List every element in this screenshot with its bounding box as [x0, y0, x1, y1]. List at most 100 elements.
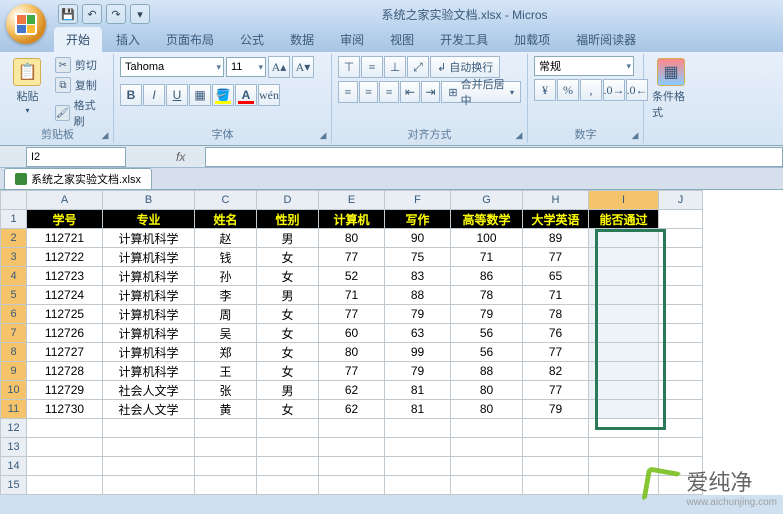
align-right-button[interactable]: ≡ — [379, 81, 399, 103]
copy-button[interactable]: ⧉复制 — [51, 76, 107, 94]
cell[interactable]: 学号 — [27, 210, 103, 229]
tab-9[interactable]: 福昕阅读器 — [564, 27, 648, 52]
cell[interactable] — [589, 400, 659, 419]
cell[interactable]: 112726 — [27, 324, 103, 343]
row-header[interactable]: 2 — [1, 229, 27, 248]
cell[interactable]: 计算机科学 — [103, 267, 195, 286]
cell[interactable]: 56 — [451, 343, 523, 362]
cell[interactable]: 78 — [451, 286, 523, 305]
cell[interactable]: 80 — [451, 381, 523, 400]
cell[interactable]: 计算机科学 — [103, 343, 195, 362]
cell[interactable]: 77 — [319, 248, 385, 267]
cell[interactable]: 女 — [257, 362, 319, 381]
percent-button[interactable]: % — [557, 79, 579, 101]
col-header[interactable]: G — [451, 191, 523, 210]
col-header[interactable]: D — [257, 191, 319, 210]
cell[interactable] — [523, 476, 589, 495]
font-color-button[interactable]: A — [235, 84, 257, 106]
cell[interactable] — [659, 210, 703, 229]
cell[interactable] — [659, 305, 703, 324]
cell[interactable]: 吴 — [195, 324, 257, 343]
cell[interactable]: 100 — [451, 229, 523, 248]
tab-0[interactable]: 开始 — [54, 27, 102, 52]
cell[interactable]: 112728 — [27, 362, 103, 381]
cell[interactable]: 83 — [385, 267, 451, 286]
cell[interactable] — [103, 419, 195, 438]
cell[interactable]: 56 — [451, 324, 523, 343]
cell[interactable]: 性别 — [257, 210, 319, 229]
cell[interactable]: 112729 — [27, 381, 103, 400]
cell[interactable]: 81 — [385, 400, 451, 419]
cell[interactable]: 能否通过 — [589, 210, 659, 229]
cell[interactable]: 80 — [451, 400, 523, 419]
cell[interactable] — [385, 457, 451, 476]
row-header[interactable]: 1 — [1, 210, 27, 229]
align-center-button[interactable]: ≡ — [359, 81, 379, 103]
col-header[interactable]: B — [103, 191, 195, 210]
cell[interactable] — [589, 248, 659, 267]
cell[interactable]: 82 — [523, 362, 589, 381]
grow-font-button[interactable]: A▴ — [268, 56, 290, 78]
cell[interactable] — [659, 229, 703, 248]
cell[interactable] — [319, 457, 385, 476]
shrink-font-button[interactable]: A▾ — [292, 56, 314, 78]
wrap-text-button[interactable]: ↲自动换行 — [430, 56, 500, 78]
font-size-combo[interactable]: 11 — [226, 57, 266, 77]
indent-dec-button[interactable]: ⇤ — [400, 81, 420, 103]
cell[interactable]: 男 — [257, 286, 319, 305]
cell[interactable]: 计算机科学 — [103, 324, 195, 343]
cell[interactable] — [195, 438, 257, 457]
cell[interactable]: 62 — [319, 400, 385, 419]
cell[interactable]: 112723 — [27, 267, 103, 286]
font-name-combo[interactable]: Tahoma — [120, 57, 224, 77]
cell[interactable] — [523, 438, 589, 457]
cell[interactable]: 112721 — [27, 229, 103, 248]
cell[interactable] — [257, 419, 319, 438]
cell[interactable] — [451, 438, 523, 457]
cell[interactable] — [659, 267, 703, 286]
tab-1[interactable]: 插入 — [104, 27, 152, 52]
cell[interactable]: 71 — [523, 286, 589, 305]
cell[interactable] — [319, 438, 385, 457]
cell[interactable] — [257, 476, 319, 495]
cell[interactable] — [195, 457, 257, 476]
cell[interactable]: 63 — [385, 324, 451, 343]
row-header[interactable]: 15 — [1, 476, 27, 495]
cell[interactable] — [659, 362, 703, 381]
cell[interactable]: 社会人文学 — [103, 400, 195, 419]
cell[interactable] — [103, 476, 195, 495]
number-launcher-icon[interactable]: ◢ — [629, 129, 641, 141]
phonetic-button[interactable]: wén — [258, 84, 280, 106]
cell[interactable]: 女 — [257, 305, 319, 324]
cell[interactable]: 88 — [385, 286, 451, 305]
tab-8[interactable]: 加载项 — [502, 27, 562, 52]
cell[interactable]: 79 — [451, 305, 523, 324]
cell[interactable] — [103, 457, 195, 476]
cell[interactable]: 77 — [319, 362, 385, 381]
align-top-button[interactable]: ⊤ — [338, 56, 360, 78]
cell[interactable] — [523, 457, 589, 476]
cell[interactable] — [27, 438, 103, 457]
cell[interactable] — [27, 476, 103, 495]
paste-button[interactable]: 📋 粘贴 ▾ — [8, 56, 47, 117]
cell[interactable] — [589, 324, 659, 343]
cell[interactable]: 86 — [451, 267, 523, 286]
accounting-button[interactable]: ¥ — [534, 79, 556, 101]
row-header[interactable]: 3 — [1, 248, 27, 267]
cell[interactable]: 写作 — [385, 210, 451, 229]
cell[interactable]: 钱 — [195, 248, 257, 267]
cell[interactable] — [589, 305, 659, 324]
col-header[interactable]: J — [659, 191, 703, 210]
font-launcher-icon[interactable]: ◢ — [317, 129, 329, 141]
formula-bar[interactable] — [205, 147, 783, 167]
indent-inc-button[interactable]: ⇥ — [421, 81, 441, 103]
cell[interactable]: 77 — [523, 343, 589, 362]
tab-4[interactable]: 数据 — [278, 27, 326, 52]
cell[interactable]: 黄 — [195, 400, 257, 419]
cell[interactable]: 99 — [385, 343, 451, 362]
cell[interactable]: 112722 — [27, 248, 103, 267]
fill-color-button[interactable]: 🪣 — [212, 84, 234, 106]
workbook-tab[interactable]: 系统之家实验文档.xlsx — [4, 168, 152, 189]
cell[interactable]: 77 — [319, 305, 385, 324]
cell[interactable]: 专业 — [103, 210, 195, 229]
